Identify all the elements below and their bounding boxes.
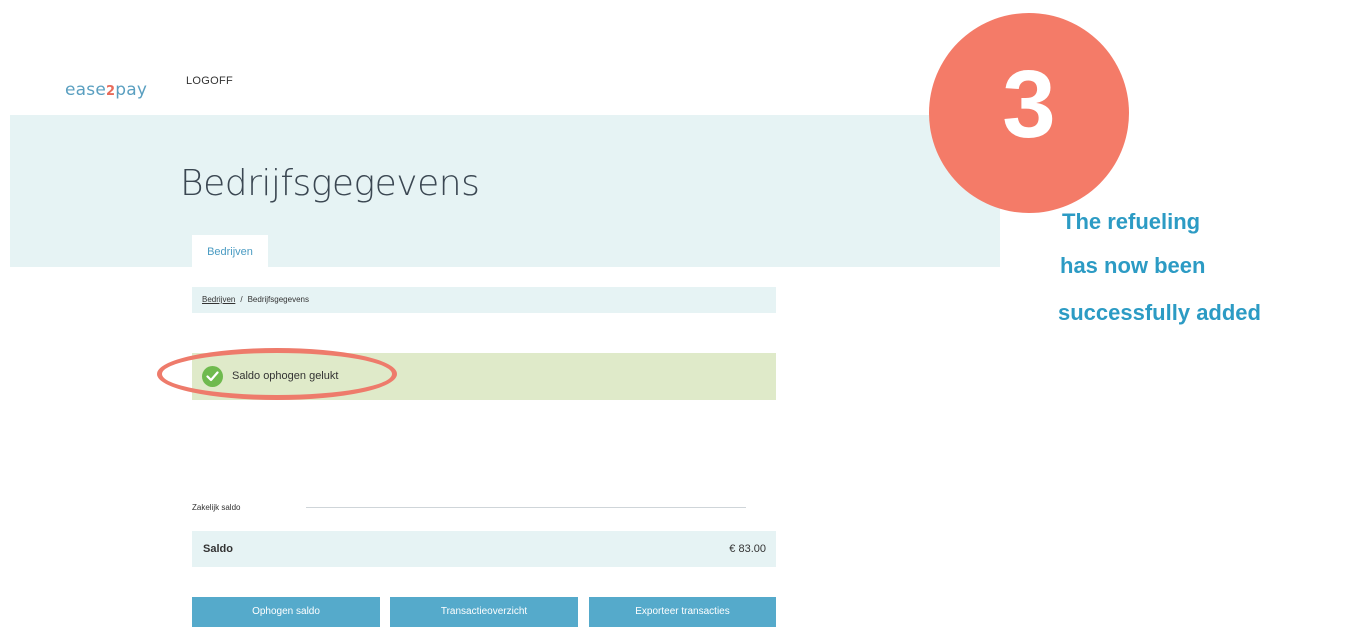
logo-text-2: 2 <box>106 84 116 99</box>
logoff-link[interactable]: LOGOFF <box>186 75 233 87</box>
section-divider <box>306 507 746 508</box>
balance-label: Saldo <box>203 543 233 555</box>
callout-line-2: has now been <box>1060 253 1206 278</box>
export-transactions-button[interactable]: Exporteer transacties <box>589 597 776 627</box>
logo-text-pay: pay <box>115 80 148 100</box>
transaction-overview-button[interactable]: Transactieoverzicht <box>390 597 578 627</box>
breadcrumb-current: Bedrijfsgegevens <box>247 295 309 304</box>
step-number: 3 <box>1002 51 1056 158</box>
ease2pay-logo[interactable]: ease2pay <box>65 80 147 100</box>
breadcrumb-link-bedrijven[interactable]: Bedrijven <box>202 295 235 304</box>
balance-row: Saldo € 83.00 <box>192 531 776 567</box>
tab-bedrijven[interactable]: Bedrijven <box>192 235 268 269</box>
page-title: Bedrijfsgegevens <box>180 163 480 204</box>
highlight-ellipse <box>157 348 397 400</box>
breadcrumb: Bedrijven / Bedrijfsgegevens <box>192 287 776 313</box>
callout-line-3: successfully added <box>1058 300 1261 325</box>
page-header-banner <box>10 115 1000 267</box>
business-balance-label: Zakelijk saldo <box>192 503 241 512</box>
callout-line-1: The refueling <box>1062 209 1201 234</box>
breadcrumb-separator: / <box>240 295 243 304</box>
logo-text-ease: ease <box>65 80 106 100</box>
balance-value: € 83.00 <box>729 543 766 555</box>
step-number-badge: 3 <box>929 13 1129 213</box>
increase-balance-button[interactable]: Ophogen saldo <box>192 597 380 627</box>
